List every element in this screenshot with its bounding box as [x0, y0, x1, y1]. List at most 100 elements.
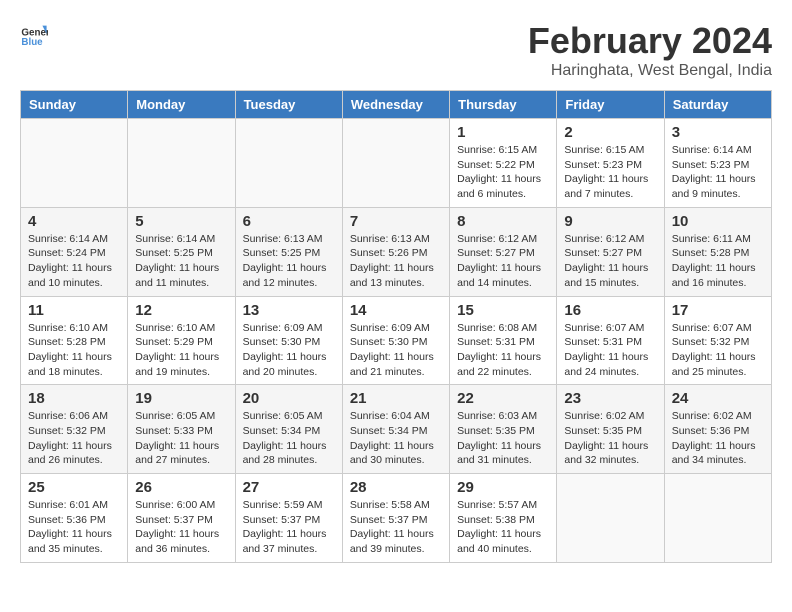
calendar-cell: 20 Sunrise: 6:05 AM Sunset: 5:34 PM Dayl…	[235, 385, 342, 474]
calendar-cell: 15 Sunrise: 6:08 AM Sunset: 5:31 PM Dayl…	[450, 296, 557, 385]
calendar-cell: 28 Sunrise: 5:58 AM Sunset: 5:37 PM Dayl…	[342, 474, 449, 563]
day-number: 17	[672, 302, 764, 319]
calendar-cell: 3 Sunrise: 6:14 AM Sunset: 5:23 PM Dayli…	[664, 119, 771, 208]
calendar-cell: 12 Sunrise: 6:10 AM Sunset: 5:29 PM Dayl…	[128, 296, 235, 385]
calendar-cell	[21, 119, 128, 208]
day-number: 11	[28, 302, 120, 319]
day-number: 28	[350, 479, 442, 496]
calendar-week-row: 18 Sunrise: 6:06 AM Sunset: 5:32 PM Dayl…	[21, 385, 772, 474]
calendar-cell	[342, 119, 449, 208]
calendar-cell: 5 Sunrise: 6:14 AM Sunset: 5:25 PM Dayli…	[128, 207, 235, 296]
logo-icon: General Blue	[20, 20, 48, 48]
calendar-cell: 26 Sunrise: 6:00 AM Sunset: 5:37 PM Dayl…	[128, 474, 235, 563]
day-number: 21	[350, 390, 442, 407]
calendar-header-wednesday: Wednesday	[342, 91, 449, 119]
day-info: Sunrise: 6:06 AM Sunset: 5:32 PM Dayligh…	[28, 409, 120, 468]
calendar-table: SundayMondayTuesdayWednesdayThursdayFrid…	[20, 90, 772, 563]
day-info: Sunrise: 6:11 AM Sunset: 5:28 PM Dayligh…	[672, 232, 764, 291]
day-info: Sunrise: 6:12 AM Sunset: 5:27 PM Dayligh…	[564, 232, 656, 291]
calendar-cell	[557, 474, 664, 563]
calendar-header-thursday: Thursday	[450, 91, 557, 119]
calendar-cell: 2 Sunrise: 6:15 AM Sunset: 5:23 PM Dayli…	[557, 119, 664, 208]
calendar-cell: 23 Sunrise: 6:02 AM Sunset: 5:35 PM Dayl…	[557, 385, 664, 474]
day-info: Sunrise: 6:07 AM Sunset: 5:31 PM Dayligh…	[564, 321, 656, 380]
calendar-cell: 14 Sunrise: 6:09 AM Sunset: 5:30 PM Dayl…	[342, 296, 449, 385]
day-number: 15	[457, 302, 549, 319]
svg-text:Blue: Blue	[21, 37, 43, 48]
day-info: Sunrise: 6:01 AM Sunset: 5:36 PM Dayligh…	[28, 498, 120, 557]
day-number: 4	[28, 213, 120, 230]
calendar-cell: 9 Sunrise: 6:12 AM Sunset: 5:27 PM Dayli…	[557, 207, 664, 296]
calendar-header-row: SundayMondayTuesdayWednesdayThursdayFrid…	[21, 91, 772, 119]
calendar-week-row: 4 Sunrise: 6:14 AM Sunset: 5:24 PM Dayli…	[21, 207, 772, 296]
day-number: 13	[243, 302, 335, 319]
day-number: 7	[350, 213, 442, 230]
day-info: Sunrise: 6:13 AM Sunset: 5:25 PM Dayligh…	[243, 232, 335, 291]
day-info: Sunrise: 6:07 AM Sunset: 5:32 PM Dayligh…	[672, 321, 764, 380]
day-number: 24	[672, 390, 764, 407]
calendar-cell: 7 Sunrise: 6:13 AM Sunset: 5:26 PM Dayli…	[342, 207, 449, 296]
calendar-cell: 16 Sunrise: 6:07 AM Sunset: 5:31 PM Dayl…	[557, 296, 664, 385]
day-number: 10	[672, 213, 764, 230]
day-number: 12	[135, 302, 227, 319]
logo: General Blue	[20, 20, 48, 48]
day-info: Sunrise: 6:00 AM Sunset: 5:37 PM Dayligh…	[135, 498, 227, 557]
day-number: 25	[28, 479, 120, 496]
calendar-cell: 6 Sunrise: 6:13 AM Sunset: 5:25 PM Dayli…	[235, 207, 342, 296]
day-number: 16	[564, 302, 656, 319]
calendar-cell: 24 Sunrise: 6:02 AM Sunset: 5:36 PM Dayl…	[664, 385, 771, 474]
day-info: Sunrise: 6:08 AM Sunset: 5:31 PM Dayligh…	[457, 321, 549, 380]
calendar-cell: 1 Sunrise: 6:15 AM Sunset: 5:22 PM Dayli…	[450, 119, 557, 208]
day-number: 9	[564, 213, 656, 230]
calendar-week-row: 11 Sunrise: 6:10 AM Sunset: 5:28 PM Dayl…	[21, 296, 772, 385]
calendar-cell: 21 Sunrise: 6:04 AM Sunset: 5:34 PM Dayl…	[342, 385, 449, 474]
calendar-cell: 11 Sunrise: 6:10 AM Sunset: 5:28 PM Dayl…	[21, 296, 128, 385]
calendar-cell: 19 Sunrise: 6:05 AM Sunset: 5:33 PM Dayl…	[128, 385, 235, 474]
calendar-cell: 29 Sunrise: 5:57 AM Sunset: 5:38 PM Dayl…	[450, 474, 557, 563]
day-number: 2	[564, 124, 656, 141]
calendar-header-monday: Monday	[128, 91, 235, 119]
day-info: Sunrise: 6:14 AM Sunset: 5:25 PM Dayligh…	[135, 232, 227, 291]
calendar-week-row: 25 Sunrise: 6:01 AM Sunset: 5:36 PM Dayl…	[21, 474, 772, 563]
title-area: February 2024 Haringhata, West Bengal, I…	[528, 20, 772, 80]
day-info: Sunrise: 6:10 AM Sunset: 5:28 PM Dayligh…	[28, 321, 120, 380]
calendar-cell: 17 Sunrise: 6:07 AM Sunset: 5:32 PM Dayl…	[664, 296, 771, 385]
day-number: 27	[243, 479, 335, 496]
calendar-week-row: 1 Sunrise: 6:15 AM Sunset: 5:22 PM Dayli…	[21, 119, 772, 208]
calendar-cell: 8 Sunrise: 6:12 AM Sunset: 5:27 PM Dayli…	[450, 207, 557, 296]
day-info: Sunrise: 6:15 AM Sunset: 5:23 PM Dayligh…	[564, 143, 656, 202]
day-number: 20	[243, 390, 335, 407]
calendar-cell: 4 Sunrise: 6:14 AM Sunset: 5:24 PM Dayli…	[21, 207, 128, 296]
calendar-cell: 27 Sunrise: 5:59 AM Sunset: 5:37 PM Dayl…	[235, 474, 342, 563]
calendar-cell: 10 Sunrise: 6:11 AM Sunset: 5:28 PM Dayl…	[664, 207, 771, 296]
calendar-body: 1 Sunrise: 6:15 AM Sunset: 5:22 PM Dayli…	[21, 119, 772, 563]
page-header: General Blue February 2024 Haringhata, W…	[20, 20, 772, 80]
day-info: Sunrise: 5:57 AM Sunset: 5:38 PM Dayligh…	[457, 498, 549, 557]
day-info: Sunrise: 6:10 AM Sunset: 5:29 PM Dayligh…	[135, 321, 227, 380]
location-subtitle: Haringhata, West Bengal, India	[528, 62, 772, 80]
day-number: 3	[672, 124, 764, 141]
calendar-cell: 13 Sunrise: 6:09 AM Sunset: 5:30 PM Dayl…	[235, 296, 342, 385]
day-info: Sunrise: 5:58 AM Sunset: 5:37 PM Dayligh…	[350, 498, 442, 557]
calendar-header-saturday: Saturday	[664, 91, 771, 119]
calendar-cell	[128, 119, 235, 208]
day-number: 23	[564, 390, 656, 407]
day-info: Sunrise: 6:05 AM Sunset: 5:33 PM Dayligh…	[135, 409, 227, 468]
day-info: Sunrise: 6:12 AM Sunset: 5:27 PM Dayligh…	[457, 232, 549, 291]
day-info: Sunrise: 6:09 AM Sunset: 5:30 PM Dayligh…	[243, 321, 335, 380]
day-number: 29	[457, 479, 549, 496]
day-info: Sunrise: 6:02 AM Sunset: 5:36 PM Dayligh…	[672, 409, 764, 468]
day-number: 22	[457, 390, 549, 407]
day-number: 8	[457, 213, 549, 230]
day-number: 26	[135, 479, 227, 496]
day-number: 18	[28, 390, 120, 407]
day-info: Sunrise: 6:09 AM Sunset: 5:30 PM Dayligh…	[350, 321, 442, 380]
calendar-cell	[664, 474, 771, 563]
day-info: Sunrise: 6:15 AM Sunset: 5:22 PM Dayligh…	[457, 143, 549, 202]
day-info: Sunrise: 6:03 AM Sunset: 5:35 PM Dayligh…	[457, 409, 549, 468]
day-info: Sunrise: 5:59 AM Sunset: 5:37 PM Dayligh…	[243, 498, 335, 557]
day-number: 14	[350, 302, 442, 319]
day-info: Sunrise: 6:02 AM Sunset: 5:35 PM Dayligh…	[564, 409, 656, 468]
calendar-cell: 25 Sunrise: 6:01 AM Sunset: 5:36 PM Dayl…	[21, 474, 128, 563]
month-year-title: February 2024	[528, 20, 772, 62]
